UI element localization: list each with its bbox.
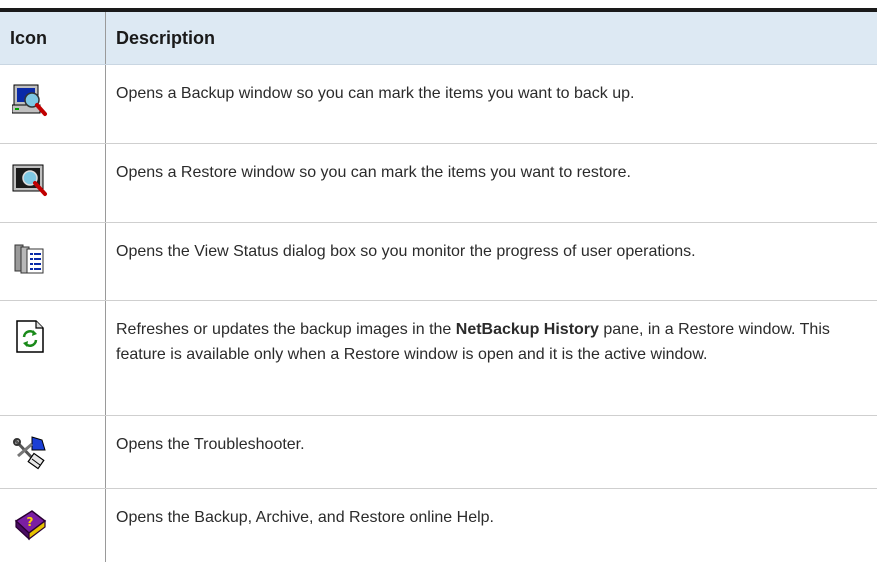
row-description: Opens the Backup, Archive, and Restore o… [116, 509, 494, 526]
icon-cell [0, 144, 106, 222]
table-header-row: Icon Description [0, 12, 877, 65]
table-row: Refreshes or updates the backup images i… [0, 301, 877, 416]
row-description: Opens the View Status dialog box so you … [116, 243, 696, 260]
icon-cell [0, 223, 106, 300]
table-row: ? Opens the Backup, Archive, and Restore… [0, 489, 877, 562]
help-book-icon: ? [12, 507, 48, 543]
row-description: Opens a Restore window so you can mark t… [116, 164, 631, 181]
troubleshooter-tools-icon [12, 434, 48, 470]
svg-text:?: ? [27, 515, 34, 529]
restore-monitor-magnifier-icon [12, 162, 48, 198]
table-row: Opens the View Status dialog box so you … [0, 223, 877, 301]
netbackup-history-term: NetBackup History [455, 321, 599, 338]
icon-cell [0, 416, 106, 488]
icon-cell [0, 301, 106, 415]
row-description-before: Refreshes or updates the backup images i… [116, 321, 456, 338]
header-description-column: Description [116, 28, 216, 48]
header-icon-column: Icon [0, 12, 106, 64]
table-row: Opens a Restore window so you can mark t… [0, 144, 877, 223]
view-status-list-icon [12, 241, 48, 277]
table-row: Opens a Backup window so you can mark th… [0, 65, 877, 144]
icon-cell [0, 65, 106, 143]
row-description: Opens a Backup window so you can mark th… [116, 85, 635, 102]
icon-description-table: Icon Description Opens a Backup window s… [0, 8, 877, 562]
icon-cell: ? [0, 489, 106, 562]
refresh-document-icon [12, 319, 48, 355]
backup-computer-magnifier-icon [11, 83, 48, 119]
row-description: Opens the Troubleshooter. [116, 436, 305, 453]
row-description-refresh: Refreshes or updates the backup images i… [116, 301, 869, 367]
table-row: Opens the Troubleshooter. [0, 416, 877, 489]
